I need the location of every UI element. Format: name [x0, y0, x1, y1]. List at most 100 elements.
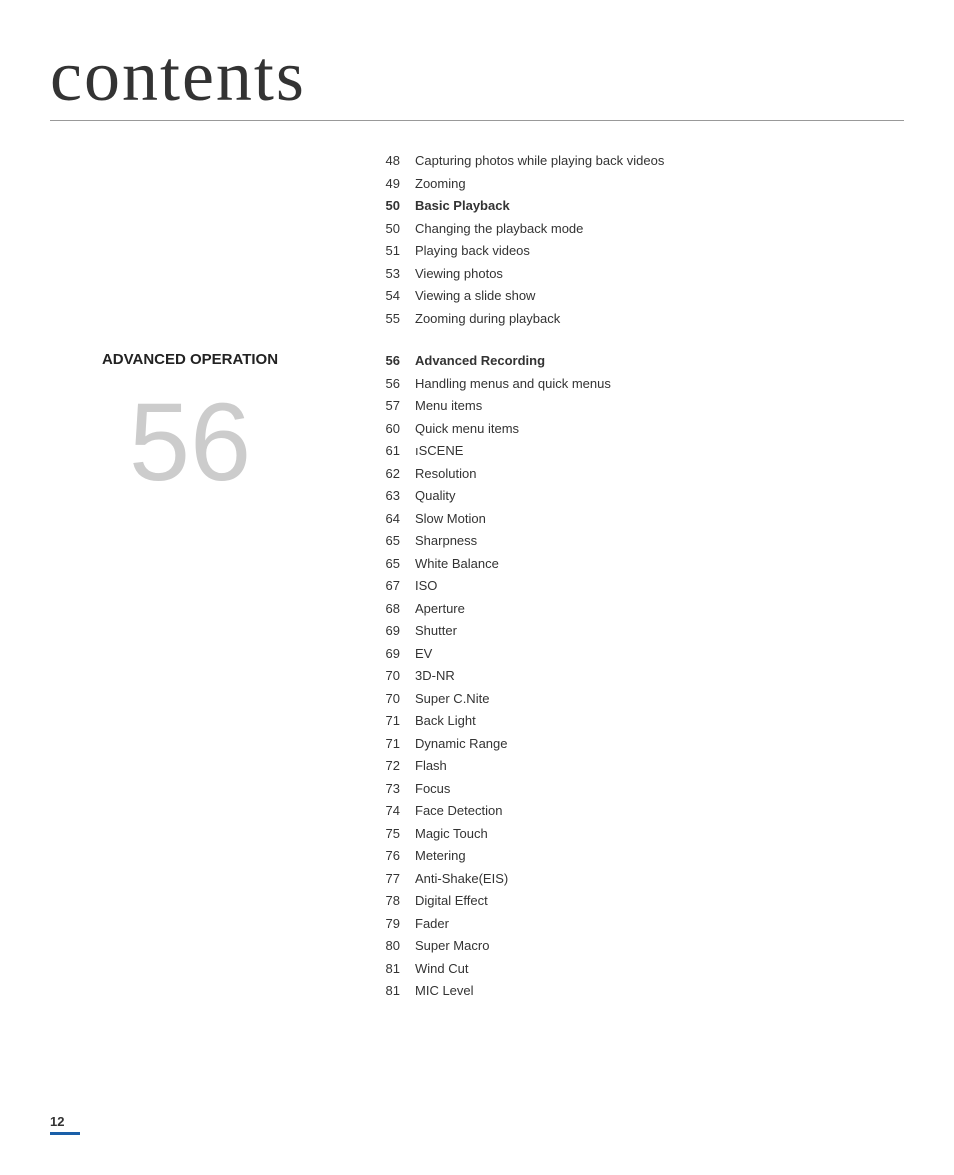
toc-title: Viewing photos [415, 264, 904, 284]
section-spacer [370, 331, 904, 351]
big-number: 56 [50, 388, 330, 498]
toc-entry: 78 Digital Effect [370, 891, 904, 911]
toc-page: 67 [370, 576, 415, 596]
toc-entry: 61 ıSCENE [370, 441, 904, 461]
toc-title: Menu items [415, 396, 904, 416]
toc-entry: 80 Super Macro [370, 936, 904, 956]
toc-entry: 71 Back Light [370, 711, 904, 731]
toc-title: Slow Motion [415, 509, 904, 529]
toc-page: 56 [370, 374, 415, 394]
toc-page: 65 [370, 554, 415, 574]
main-layout: ADVANCED OPERATION 56 48 Capturing photo… [50, 151, 904, 1004]
toc-entry: 50 Changing the playback mode [370, 219, 904, 239]
toc-title: Sharpness [415, 531, 904, 551]
toc-page: 71 [370, 734, 415, 754]
toc-page: 64 [370, 509, 415, 529]
toc-page: 79 [370, 914, 415, 934]
toc-page: 81 [370, 981, 415, 1001]
toc-page: 69 [370, 644, 415, 664]
toc-title: Back Light [415, 711, 904, 731]
toc-page: 74 [370, 801, 415, 821]
toc-page: 73 [370, 779, 415, 799]
toc-page: 80 [370, 936, 415, 956]
toc-title: Advanced Recording [415, 351, 904, 371]
advanced-toc-group: 56 Advanced Recording 56 Handling menus … [370, 351, 904, 1001]
toc-entry: 70 3D-NR [370, 666, 904, 686]
toc-title: Zooming [415, 174, 904, 194]
toc-title: Dynamic Range [415, 734, 904, 754]
toc-entry: 72 Flash [370, 756, 904, 776]
toc-entry: 64 Slow Motion [370, 509, 904, 529]
toc-title: ISO [415, 576, 904, 596]
toc-title: Digital Effect [415, 891, 904, 911]
toc-entry: 65 White Balance [370, 554, 904, 574]
toc-entry-section: 50 Basic Playback [370, 196, 904, 216]
toc-entry: 48 Capturing photos while playing back v… [370, 151, 904, 171]
toc-title: Quick menu items [415, 419, 904, 439]
toc-title: Super C.Nite [415, 689, 904, 709]
toc-title: Shutter [415, 621, 904, 641]
toc-title: Focus [415, 779, 904, 799]
toc-page: 69 [370, 621, 415, 641]
toc-entry: 67 ISO [370, 576, 904, 596]
toc-entry: 70 Super C.Nite [370, 689, 904, 709]
toc-page: 49 [370, 174, 415, 194]
toc-page: 70 [370, 666, 415, 686]
toc-entry: 65 Sharpness [370, 531, 904, 551]
toc-entry: 73 Focus [370, 779, 904, 799]
toc-entry: 81 MIC Level [370, 981, 904, 1001]
toc-entry: 71 Dynamic Range [370, 734, 904, 754]
toc-title: Changing the playback mode [415, 219, 904, 239]
right-section: 48 Capturing photos while playing back v… [350, 151, 904, 1004]
toc-page: 63 [370, 486, 415, 506]
page-title: contents [50, 40, 904, 121]
toc-title: Wind Cut [415, 959, 904, 979]
toc-page: 78 [370, 891, 415, 911]
toc-entry: 60 Quick menu items [370, 419, 904, 439]
toc-title: Fader [415, 914, 904, 934]
toc-page: 65 [370, 531, 415, 551]
toc-page: 51 [370, 241, 415, 261]
toc-entry: 51 Playing back videos [370, 241, 904, 261]
toc-page: 71 [370, 711, 415, 731]
toc-page: 57 [370, 396, 415, 416]
toc-entry: 55 Zooming during playback [370, 309, 904, 329]
toc-page: 68 [370, 599, 415, 619]
section-label: ADVANCED OPERATION [50, 351, 330, 368]
toc-title: Basic Playback [415, 196, 904, 216]
toc-entry: 49 Zooming [370, 174, 904, 194]
toc-title: Resolution [415, 464, 904, 484]
toc-title: Quality [415, 486, 904, 506]
toc-title: Flash [415, 756, 904, 776]
toc-entry: 62 Resolution [370, 464, 904, 484]
toc-page: 60 [370, 419, 415, 439]
toc-title: Zooming during playback [415, 309, 904, 329]
toc-entry: 57 Menu items [370, 396, 904, 416]
toc-title: Capturing photos while playing back vide… [415, 151, 904, 171]
toc-title: Magic Touch [415, 824, 904, 844]
toc-entry: 74 Face Detection [370, 801, 904, 821]
toc-title: ıSCENE [415, 441, 904, 461]
toc-page: 72 [370, 756, 415, 776]
toc-title: Metering [415, 846, 904, 866]
toc-page: 77 [370, 869, 415, 889]
toc-title: EV [415, 644, 904, 664]
toc-title: White Balance [415, 554, 904, 574]
toc-entry: 79 Fader [370, 914, 904, 934]
page-container: contents ADVANCED OPERATION 56 48 Captur… [0, 0, 954, 1175]
toc-page: 62 [370, 464, 415, 484]
top-toc-group: 48 Capturing photos while playing back v… [370, 151, 904, 328]
toc-entry: 76 Metering [370, 846, 904, 866]
toc-entry: 69 EV [370, 644, 904, 664]
toc-title: MIC Level [415, 981, 904, 1001]
toc-page: 54 [370, 286, 415, 306]
toc-entry: 81 Wind Cut [370, 959, 904, 979]
toc-title: Aperture [415, 599, 904, 619]
toc-page: 61 [370, 441, 415, 461]
toc-title: Super Macro [415, 936, 904, 956]
toc-title: Face Detection [415, 801, 904, 821]
toc-entry: 75 Magic Touch [370, 824, 904, 844]
toc-title: Playing back videos [415, 241, 904, 261]
toc-page: 56 [370, 351, 415, 371]
toc-title: Viewing a slide show [415, 286, 904, 306]
